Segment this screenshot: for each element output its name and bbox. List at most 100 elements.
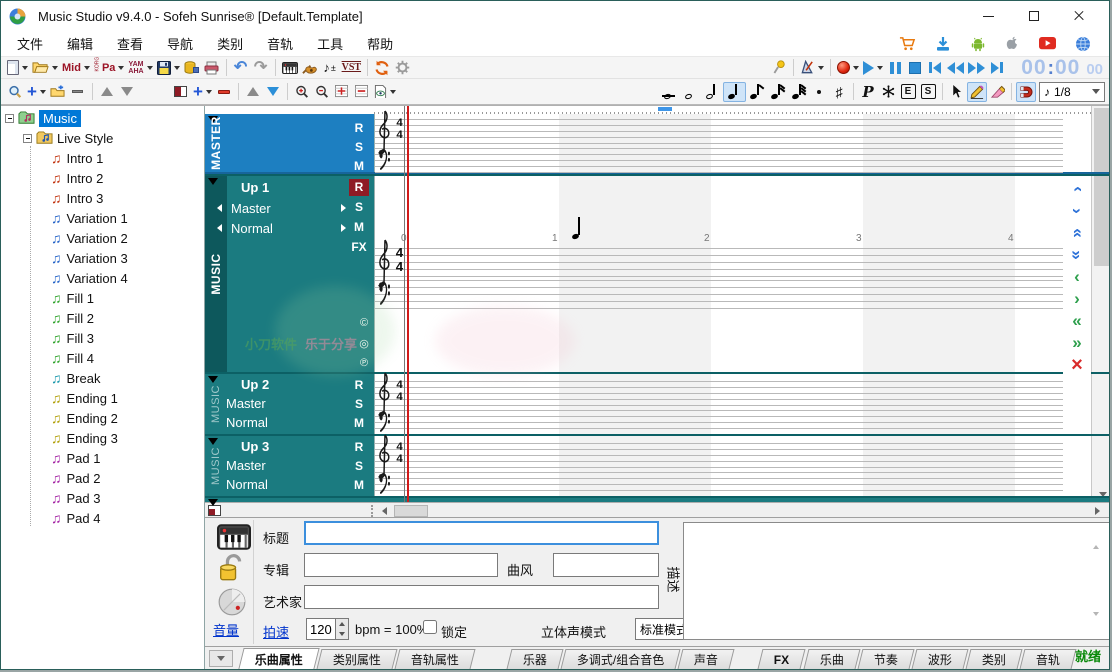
volume-link[interactable]: 音量 — [213, 620, 239, 639]
tab-fx[interactable]: FX — [758, 649, 806, 669]
track-up-2-part-select[interactable]: Master — [217, 395, 346, 411]
step-forward-button[interactable] — [987, 58, 1007, 78]
cart-icon[interactable] — [899, 36, 916, 51]
selection-bottom-button[interactable]: » — [1063, 244, 1091, 266]
refresh-button[interactable] — [372, 58, 392, 78]
remove-category-button[interactable] — [68, 82, 88, 102]
close-button[interactable] — [1056, 2, 1101, 30]
keyboard-icon[interactable] — [217, 524, 251, 550]
horizontal-scrollbar-thumb[interactable] — [394, 505, 428, 517]
midi-button[interactable]: Mid — [60, 58, 92, 78]
tree-item-ending-1[interactable]: ♫Ending 1 — [1, 388, 118, 408]
youtube-icon[interactable] — [1039, 37, 1056, 50]
tab-类别[interactable]: 类别 — [965, 649, 1022, 669]
redo-button[interactable]: ↷ — [251, 58, 271, 78]
event-button[interactable]: E — [898, 82, 918, 102]
menu-编辑[interactable]: 编辑 — [55, 34, 105, 55]
symbol-button[interactable]: S — [918, 82, 938, 102]
new-file-button[interactable] — [5, 58, 30, 78]
selection-down-button[interactable]: › — [1063, 200, 1091, 222]
note-eighth-button[interactable] — [746, 82, 767, 102]
move-down-button[interactable] — [117, 82, 137, 102]
tab-类别属性[interactable]: 类别属性 — [317, 649, 398, 669]
track-r-button[interactable]: R — [349, 377, 369, 394]
guitar-button[interactable] — [300, 58, 320, 78]
track-layout-button[interactable] — [171, 82, 191, 102]
minimize-button[interactable] — [966, 2, 1011, 30]
volume-knob-icon[interactable] — [218, 588, 246, 616]
zoom-in-button[interactable] — [292, 82, 312, 102]
tempo-spin-buttons[interactable] — [335, 618, 349, 640]
menu-工具[interactable]: 工具 — [305, 34, 355, 55]
korg-pa-button[interactable]: KORGPa — [92, 58, 126, 78]
note-sixteenth-button[interactable] — [767, 82, 788, 102]
tab-波形[interactable]: 波形 — [911, 649, 968, 669]
pencil-tool-button[interactable] — [967, 82, 987, 102]
collapse-icon[interactable] — [208, 376, 218, 383]
split-view-icon[interactable] — [208, 505, 221, 516]
ornament-button[interactable] — [878, 82, 898, 102]
note-sharp-button[interactable]: ♯ — [829, 82, 849, 102]
tree-item-fill-4[interactable]: ♫Fill 4 — [1, 348, 94, 368]
track-r-button[interactable]: R — [349, 120, 369, 137]
menu-文件[interactable]: 文件 — [5, 34, 55, 55]
view-options-button[interactable] — [372, 82, 398, 102]
scroll-left-button[interactable] — [377, 504, 392, 518]
remove-track-button[interactable] — [214, 82, 234, 102]
tree-item-pad-3[interactable]: ♫Pad 3 — [1, 488, 100, 508]
android-icon[interactable] — [970, 36, 986, 52]
expand-tracks-button[interactable] — [332, 82, 352, 102]
tab-多调式-组合音色[interactable]: 多调式/组合音色 — [561, 649, 681, 669]
tree-item-ending-3[interactable]: ♫Ending 3 — [1, 428, 118, 448]
description-textarea[interactable] — [683, 522, 1110, 640]
tab-音轨属性[interactable]: 音轨属性 — [395, 649, 476, 669]
track-s-button[interactable]: S — [349, 139, 369, 156]
tree-item-variation-4[interactable]: ♫Variation 4 — [1, 268, 128, 288]
pause-button[interactable] — [885, 58, 905, 78]
track-up-3-staff[interactable]: 44 — [374, 436, 1063, 496]
track-up-2-staff[interactable]: 44 — [374, 374, 1063, 434]
collapse-tracks-button[interactable] — [352, 82, 372, 102]
step-back-button[interactable] — [925, 58, 945, 78]
find-button[interactable] — [5, 82, 25, 102]
eraser-tool-button[interactable] — [987, 82, 1007, 102]
microphone-button[interactable] — [769, 58, 789, 78]
pedal-button[interactable]: P — [858, 82, 878, 102]
jump-start-button[interactable]: « — [1063, 310, 1091, 332]
tree-item-live-style[interactable]: Live Style — [1, 128, 113, 148]
track-m-button[interactable]: M — [349, 477, 369, 494]
selection-up-button[interactable]: › — [1063, 178, 1091, 200]
tree-item-variation-1[interactable]: ♫Variation 1 — [1, 208, 128, 228]
metronome-button[interactable] — [798, 58, 826, 78]
tree-item-intro-1[interactable]: ♫Intro 1 — [1, 148, 103, 168]
save-button[interactable] — [155, 58, 182, 78]
timeline-ruler[interactable] — [374, 106, 1109, 114]
track-master-staff[interactable]: 44 — [374, 114, 1063, 172]
track-master-header[interactable]: MASTERRSM — [205, 114, 374, 172]
download-icon[interactable] — [935, 36, 951, 52]
track-m-button[interactable]: M — [349, 219, 369, 236]
tree-item-fill-3[interactable]: ♫Fill 3 — [1, 328, 94, 348]
track-up-1-style-select[interactable]: Normal — [217, 220, 346, 236]
record-button[interactable] — [835, 58, 861, 78]
apple-icon[interactable] — [1005, 36, 1020, 51]
print-button[interactable] — [202, 58, 222, 78]
tempo-stepper[interactable] — [306, 618, 349, 640]
track-up-2-header[interactable]: MUSICUp 2MasterNormalRSM — [205, 374, 374, 434]
note-whole-button[interactable] — [681, 82, 702, 102]
tab-音轨[interactable]: 音轨 — [1019, 649, 1076, 669]
scrollbar-grip[interactable] — [371, 505, 374, 517]
snap-resolution-select[interactable]: 1/8 — [1039, 82, 1105, 102]
nudge-right-button[interactable]: › — [1063, 288, 1091, 310]
maximize-button[interactable] — [1011, 2, 1056, 30]
menu-音轨[interactable]: 音轨 — [255, 34, 305, 55]
note-thirtysecond-button[interactable] — [788, 82, 809, 102]
track-s-button[interactable]: S — [349, 458, 369, 475]
export-audio-button[interactable] — [182, 58, 202, 78]
tab-声音[interactable]: 声音 — [678, 649, 735, 669]
track-up-button[interactable] — [243, 82, 263, 102]
tab-乐器[interactable]: 乐器 — [507, 649, 564, 669]
track-s-button[interactable]: S — [349, 199, 369, 216]
tree-expand-box[interactable] — [5, 114, 14, 123]
tree-item-intro-2[interactable]: ♫Intro 2 — [1, 168, 103, 188]
